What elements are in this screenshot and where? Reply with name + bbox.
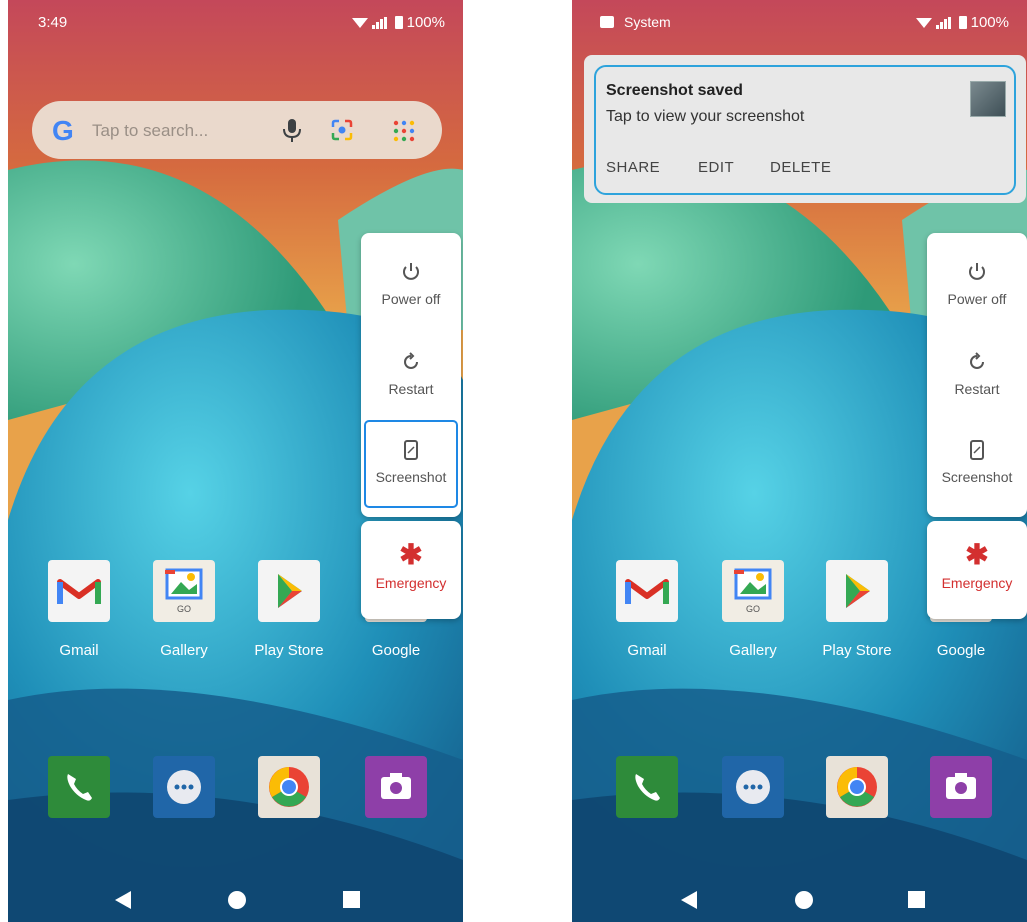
recents-icon[interactable] — [908, 891, 925, 908]
status-icons: 100% — [351, 14, 445, 31]
notification-highlight: Screenshot saved Tap to view your screen… — [594, 65, 1016, 195]
app-label-gmail: Gmail — [627, 642, 667, 659]
app-label-gallery: Gallery — [729, 642, 777, 659]
gmail-icon[interactable] — [616, 560, 678, 622]
svg-text:GO: GO — [177, 604, 191, 614]
restart-label: Restart — [388, 381, 434, 397]
edit-button[interactable]: EDIT — [698, 159, 734, 176]
battery-percent: 100% — [406, 14, 445, 31]
gallery-icon[interactable]: GO — [722, 560, 784, 622]
google-lens-icon[interactable] — [330, 118, 354, 142]
play-store-icon[interactable] — [258, 560, 320, 622]
app-label-play-store: Play Store — [822, 642, 892, 659]
screenshot-icon — [970, 440, 984, 460]
phone-icon[interactable] — [48, 756, 110, 818]
cellular-signal-icon — [935, 16, 951, 29]
power-off-label: Power off — [947, 291, 1007, 307]
gmail-icon[interactable] — [48, 560, 110, 622]
status-icons: 100% — [915, 14, 1009, 31]
screenshot-label: Screenshot — [941, 469, 1013, 485]
chrome-icon[interactable] — [258, 756, 320, 818]
battery-icon — [958, 16, 967, 29]
power-off-button[interactable]: Power off — [361, 241, 461, 329]
app-label-google: Google — [936, 642, 986, 659]
home-icon[interactable] — [228, 891, 246, 909]
home-icon[interactable] — [795, 891, 813, 909]
emergency-asterisk-icon: ✱ — [399, 539, 423, 570]
power-menu: Power off Restart Screenshot — [927, 233, 1027, 517]
emergency-asterisk-icon: ✱ — [965, 539, 989, 570]
power-off-label: Power off — [381, 291, 441, 307]
power-menu: Power off Restart Screenshot — [361, 233, 461, 517]
screenshot-notification[interactable]: Screenshot saved Tap to view your screen… — [584, 55, 1026, 203]
screenshot-icon — [404, 440, 418, 460]
screenshot-thumbnail[interactable] — [970, 81, 1006, 117]
google-logo-icon: G — [52, 115, 74, 146]
status-app-name: System — [624, 14, 671, 30]
wifi-icon — [351, 17, 368, 28]
wifi-icon — [915, 17, 932, 28]
notification-subtitle: Tap to view your screenshot — [606, 108, 805, 125]
restart-label: Restart — [954, 381, 1000, 397]
restart-icon — [970, 352, 984, 369]
google-search-bar[interactable]: G Tap to search... — [32, 101, 442, 159]
phone-screen-left: 3:49 100% G Tap to search... Gmail GO Ga… — [8, 0, 463, 922]
emergency-label: Emergency — [941, 575, 1013, 591]
messages-icon[interactable] — [722, 756, 784, 818]
gallery-icon[interactable]: GO — [153, 560, 215, 622]
delete-button[interactable]: DELETE — [770, 159, 831, 176]
screenshot-button[interactable]: Screenshot — [361, 417, 461, 511]
recents-icon[interactable] — [343, 891, 360, 908]
status-bar: System 100% — [572, 0, 1027, 40]
camera-icon[interactable] — [930, 756, 992, 818]
phone-screen-right: System 100% Screenshot saved Tap to view… — [572, 0, 1027, 922]
svg-text:GO: GO — [746, 604, 760, 614]
status-time: 3:49 — [38, 14, 68, 31]
app-label-google: Google — [371, 642, 421, 659]
emergency-label: Emergency — [375, 575, 447, 591]
play-store-icon[interactable] — [826, 560, 888, 622]
phone-icon[interactable] — [616, 756, 678, 818]
app-label-gmail: Gmail — [59, 642, 99, 659]
battery-icon — [394, 16, 403, 29]
search-placeholder: Tap to search... — [92, 121, 209, 140]
apps-grid-icon[interactable] — [392, 119, 416, 143]
share-button[interactable]: SHARE — [606, 159, 660, 176]
status-bar: 3:49 100% — [8, 0, 463, 40]
back-icon[interactable] — [681, 891, 697, 909]
screenshot-notification-icon — [600, 16, 614, 28]
emergency-button[interactable]: ✱ Emergency — [927, 521, 1027, 619]
cellular-signal-icon — [371, 16, 387, 29]
screenshot-button[interactable]: Screenshot — [927, 417, 1027, 511]
camera-icon[interactable] — [365, 756, 427, 818]
app-label-play-store: Play Store — [254, 642, 324, 659]
messages-icon[interactable] — [153, 756, 215, 818]
chrome-icon[interactable] — [826, 756, 888, 818]
screenshot-label: Screenshot — [375, 469, 447, 485]
restart-icon — [404, 352, 418, 369]
power-off-button[interactable]: Power off — [927, 241, 1027, 329]
power-icon — [969, 263, 985, 280]
back-icon[interactable] — [115, 891, 131, 909]
app-label-gallery: Gallery — [160, 642, 208, 659]
navigation-bar — [681, 891, 925, 909]
restart-button[interactable]: Restart — [361, 331, 461, 419]
power-icon — [403, 263, 419, 280]
notification-title: Screenshot saved — [606, 82, 743, 99]
microphone-icon[interactable] — [280, 118, 304, 144]
navigation-bar — [115, 891, 360, 909]
battery-percent: 100% — [970, 14, 1009, 31]
emergency-button[interactable]: ✱ Emergency — [361, 521, 461, 619]
restart-button[interactable]: Restart — [927, 331, 1027, 419]
